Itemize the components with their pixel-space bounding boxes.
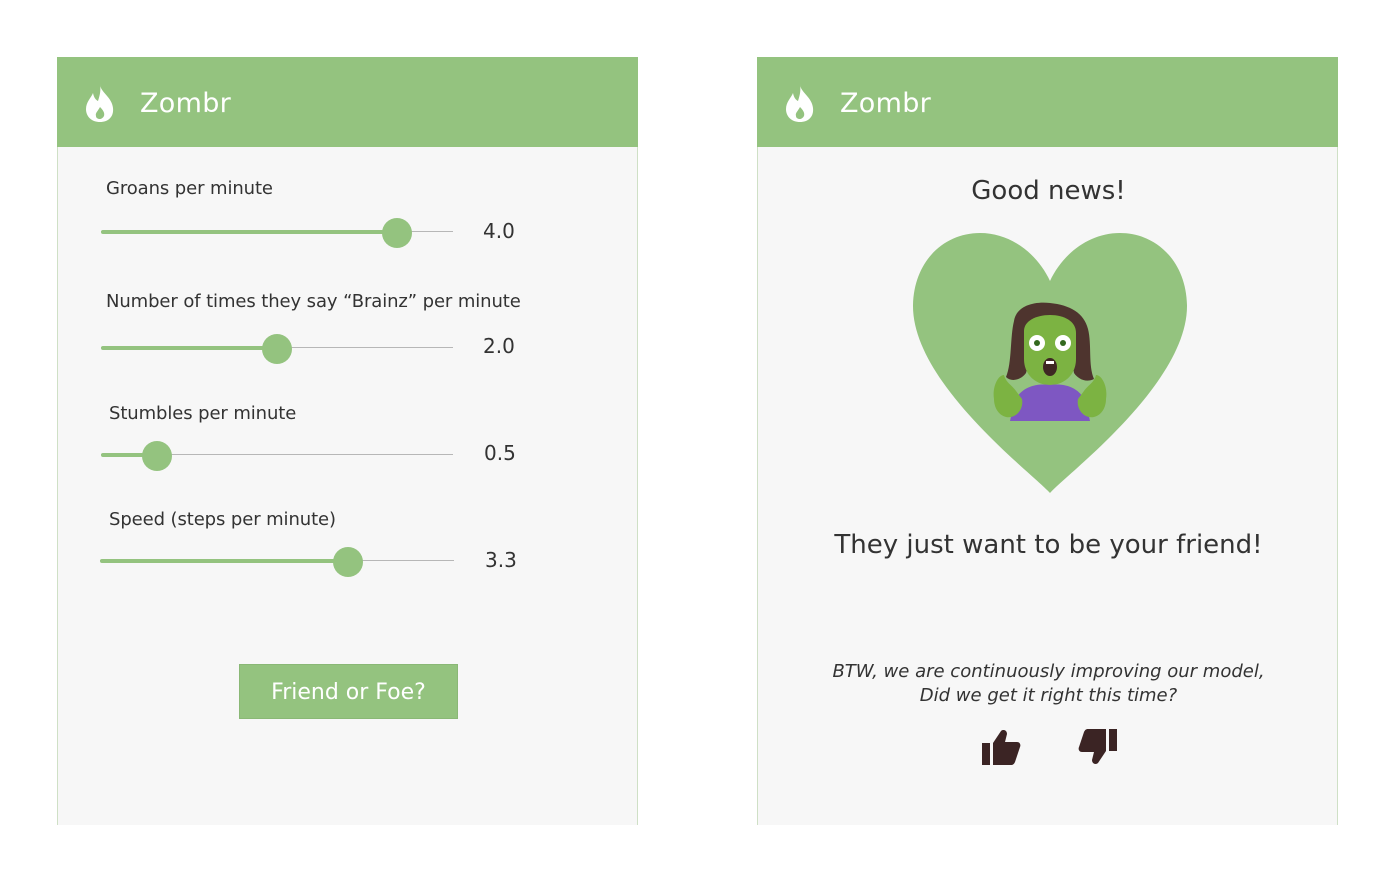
slider-fill [101,230,397,234]
app-bar: Zombr [57,57,638,147]
flame-icon [86,84,114,122]
slider-value-groans: 4.0 [483,219,515,243]
slider-fill [101,346,277,350]
app-bar: Zombr [757,57,1338,147]
slider-label-speed: Speed (steps per minute) [109,509,336,530]
result-headline: Good news! [971,176,1126,206]
feedback-line-2: Did we get it right this time? [919,685,1178,706]
flame-icon [786,84,814,122]
thumbs-down-icon[interactable] [1078,727,1118,767]
stumbles-slider[interactable] [101,440,453,471]
slider-label-stumbles: Stumbles per minute [109,403,297,424]
result-panel: Zombr Good news! They just want to be yo… [757,57,1338,825]
slider-label-groans: Groans per minute [106,178,273,199]
slider-label-brainz: Number of times they say “Brainz” per mi… [106,291,521,312]
groans-slider[interactable] [101,217,453,248]
slider-value-stumbles: 0.5 [484,441,516,465]
friend-or-foe-button[interactable]: Friend or Foe? [239,664,458,719]
feedback-line-1: BTW, we are continuously improving our m… [832,661,1265,682]
slider-fill [100,559,348,563]
zombie-heart-illustration [912,233,1188,493]
speed-slider[interactable] [100,546,454,577]
slider-knob[interactable] [262,334,292,364]
slider-value-speed: 3.3 [485,548,517,572]
brainz-slider[interactable] [101,333,453,364]
app-title: Zombr [840,88,932,119]
slider-knob[interactable] [333,547,363,577]
slider-knob[interactable] [142,441,172,471]
result-text: They just want to be your friend! [834,530,1263,560]
slider-value-brainz: 2.0 [483,334,515,358]
app-title: Zombr [140,88,232,119]
thumbs-up-icon[interactable] [981,727,1021,767]
input-panel: Zombr Groans per minute 4.0 Number of ti… [57,57,638,825]
slider-knob[interactable] [382,218,412,248]
